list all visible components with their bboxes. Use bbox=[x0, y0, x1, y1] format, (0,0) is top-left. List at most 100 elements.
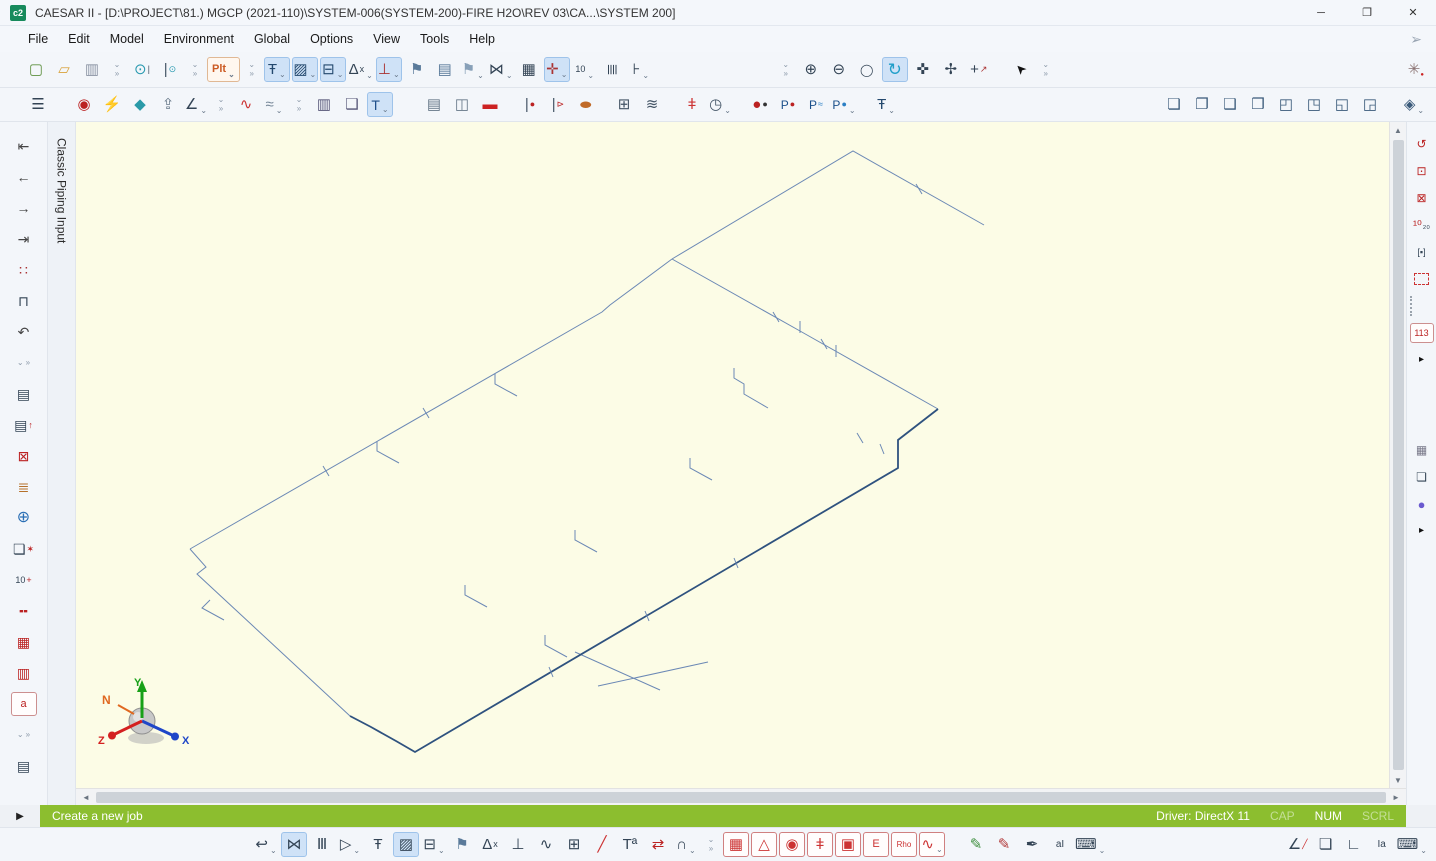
view-top-button[interactable]: ❑ bbox=[1217, 92, 1243, 117]
menu-file[interactable]: File bbox=[18, 28, 58, 50]
wind-loads-button[interactable]: ≈⌄ bbox=[261, 92, 287, 117]
flyout-right2-button[interactable]: ▸ bbox=[1410, 521, 1434, 541]
orbit-toggle[interactable]: ↻ bbox=[882, 57, 908, 82]
find-node-button[interactable]: ∷ bbox=[11, 258, 37, 282]
annotate-pen-button[interactable]: ✒ bbox=[1019, 832, 1045, 857]
static-output-button[interactable]: ▥ bbox=[311, 92, 337, 117]
output-grid-button[interactable]: ▥ bbox=[11, 661, 37, 685]
supports-view-button[interactable]: Ŧ⌄ bbox=[873, 92, 899, 117]
ruler-button[interactable]: ≣ bbox=[600, 57, 626, 82]
renumber-button[interactable]: ⊡ bbox=[1410, 161, 1434, 181]
deflections-button[interactable]: Δx⌄ bbox=[348, 57, 374, 82]
horizontal-scrollbar[interactable]: ◄ ► bbox=[76, 788, 1406, 805]
update-graphics-button[interactable]: ✳ bbox=[1401, 57, 1427, 82]
scroll-right-button[interactable]: ► bbox=[1388, 789, 1404, 805]
node-increment-button[interactable]: 10⌄ bbox=[572, 57, 598, 82]
measure-angle-button[interactable]: ∠╱ bbox=[1285, 832, 1311, 857]
dotted-grid-button[interactable]: ▦ bbox=[1410, 440, 1434, 460]
structural-tee-button[interactable]: Ŧ bbox=[365, 832, 391, 857]
annotate-button[interactable]: a bbox=[11, 692, 37, 716]
block-ops-button[interactable]: [▪] bbox=[1410, 242, 1434, 262]
new-view-button[interactable]: ❏✶ bbox=[11, 537, 37, 561]
menu-options[interactable]: Options bbox=[300, 28, 363, 50]
collapsed-toolbar-strip[interactable] bbox=[1410, 296, 1434, 316]
menu-global[interactable]: Global bbox=[244, 28, 300, 50]
layers-button[interactable]: ≣ bbox=[11, 475, 37, 499]
view-back-button[interactable]: ❐ bbox=[1189, 92, 1215, 117]
node-temp-button[interactable]: Tª bbox=[617, 832, 643, 857]
allowables-button[interactable]: △ bbox=[751, 832, 777, 857]
anchors-toggle[interactable]: ⊥⌄ bbox=[376, 57, 402, 82]
close-button[interactable]: ✕ bbox=[1390, 0, 1436, 25]
globe-button[interactable]: ⊕ bbox=[11, 506, 37, 530]
restore-button[interactable]: ❐ bbox=[1344, 0, 1390, 25]
bend-loop-button[interactable]: ↩⌄ bbox=[253, 832, 279, 857]
flags-button[interactable]: ⚑ bbox=[404, 57, 430, 82]
valves-button[interactable]: ⋈⌄ bbox=[488, 57, 514, 82]
split-window-button[interactable]: ❏ bbox=[1410, 467, 1434, 487]
zoom-window-button[interactable]: ◯ bbox=[854, 57, 880, 82]
delete-element-button[interactable]: |⊙ bbox=[157, 57, 183, 82]
reports-button[interactable]: ▤ bbox=[11, 754, 37, 778]
temperatures-button[interactable]: ǂ bbox=[807, 832, 833, 857]
zoom-in-button[interactable]: ⊕ bbox=[798, 57, 824, 82]
tee-node-button[interactable]: ⊞ bbox=[561, 832, 587, 857]
line-numbers-button[interactable]: ☰ bbox=[25, 92, 51, 117]
zoom-out-button[interactable]: ⊖ bbox=[826, 57, 852, 82]
export-model-button[interactable]: ⇪ bbox=[155, 92, 181, 117]
elastic-modulus-button[interactable]: E bbox=[863, 832, 889, 857]
scroll-left-button[interactable]: ◄ bbox=[78, 789, 94, 805]
expansion-joint-button[interactable]: Ⅲ bbox=[309, 832, 335, 857]
input-list-button[interactable]: ▤ bbox=[432, 57, 458, 82]
open-file-button[interactable]: ▱ bbox=[51, 57, 77, 82]
app-icon[interactable]: c2 bbox=[10, 5, 26, 21]
bend-angle-button[interactable]: ∠⌄ bbox=[183, 92, 209, 117]
nav-previous-button[interactable]: ← bbox=[11, 165, 37, 189]
flag-node-button[interactable]: ⚑ bbox=[449, 832, 475, 857]
scroll-up-button[interactable]: ▲ bbox=[1390, 122, 1406, 138]
horizontal-scroll-thumb[interactable] bbox=[96, 792, 1386, 803]
flyout-right-button[interactable]: ▸ bbox=[1410, 350, 1434, 370]
node-info-button[interactable]: ⊓ bbox=[11, 289, 37, 313]
move-button[interactable]: ✢ bbox=[938, 57, 964, 82]
menu-tools[interactable]: Tools bbox=[410, 28, 459, 50]
pressure-button[interactable]: P● bbox=[775, 92, 801, 117]
nav-next-button[interactable]: → bbox=[11, 196, 37, 220]
node-table-button[interactable]: ▦ bbox=[516, 57, 542, 82]
input-keyboard-button[interactable]: ⌨⌄ bbox=[1075, 832, 1105, 857]
save-button[interactable]: ▥ bbox=[79, 57, 105, 82]
measure-region-button[interactable]: ❏ bbox=[1313, 832, 1339, 857]
translate-button[interactable]: +↗ bbox=[966, 57, 992, 82]
text-style-button[interactable]: Ia bbox=[1369, 832, 1395, 857]
view-iso-nw-button[interactable]: ◲ bbox=[1357, 92, 1383, 117]
insulation-button[interactable]: ●● bbox=[747, 92, 773, 117]
report-cartridge-button[interactable]: ▬ bbox=[477, 92, 503, 117]
view-iso-se-button[interactable]: ◱ bbox=[1329, 92, 1355, 117]
toolbar-overflow-chevron[interactable]: ⌄» bbox=[292, 91, 306, 119]
toolbar-overflow-chevron[interactable]: ⌄» bbox=[0, 357, 47, 369]
fluid-density-button[interactable]: P≈ bbox=[803, 92, 829, 117]
relief-valve-button[interactable]: |⊳ bbox=[545, 92, 571, 117]
delete-block-button[interactable]: ⊠ bbox=[1410, 188, 1434, 208]
error-checker-button[interactable]: ◉ bbox=[71, 92, 97, 117]
refresh-button[interactable]: ↺ bbox=[1410, 134, 1434, 154]
insert-element-button[interactable]: ⊙| bbox=[129, 57, 155, 82]
select-cursor-button[interactable]: ➤ bbox=[1008, 57, 1034, 82]
print-preview-button[interactable]: ◫ bbox=[449, 92, 475, 117]
view-bottom-button[interactable]: ❒ bbox=[1245, 92, 1271, 117]
measure-length-button[interactable]: ∟ bbox=[1341, 832, 1367, 857]
hangers-toggle[interactable]: ▨⌄ bbox=[292, 57, 318, 82]
special-conditions-button[interactable]: ∿⌄ bbox=[919, 832, 945, 857]
offsets-button[interactable]: Δx bbox=[477, 832, 503, 857]
print-button[interactable]: ▤ bbox=[421, 92, 447, 117]
edit-red-button[interactable]: ✎ bbox=[991, 832, 1017, 857]
toolbar-overflow-chevron[interactable]: ⌄» bbox=[1039, 56, 1053, 84]
menu-view[interactable]: View bbox=[363, 28, 410, 50]
vertical-scroll-thumb[interactable] bbox=[1393, 140, 1404, 770]
statusbar-expand-icon[interactable]: ▶ bbox=[0, 805, 40, 827]
toolbar-overflow-chevron[interactable]: ⌄» bbox=[110, 56, 124, 84]
pan-button[interactable]: ✜ bbox=[910, 57, 936, 82]
dimensions-button[interactable]: ╍ bbox=[11, 599, 37, 623]
hanger-design-toggle[interactable]: ▨ bbox=[393, 832, 419, 857]
valve-stem-button[interactable]: |● bbox=[517, 92, 543, 117]
